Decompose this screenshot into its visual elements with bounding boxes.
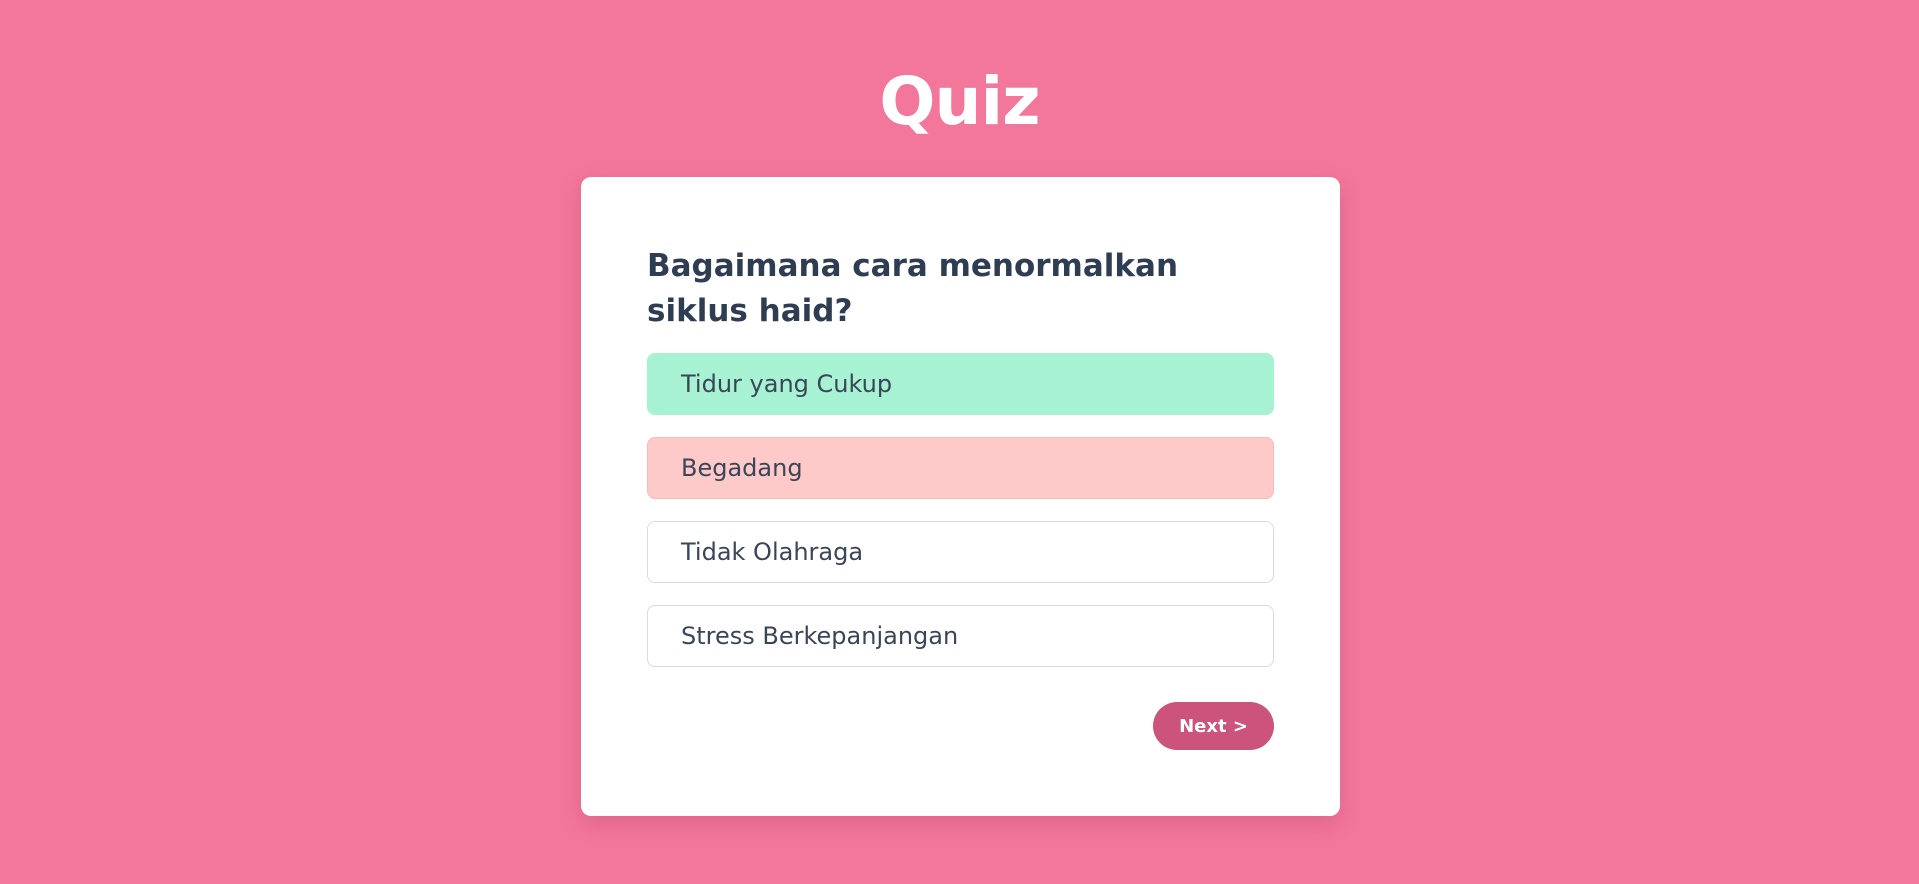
quiz-card: Bagaimana cara menormalkan siklus haid? … [581, 177, 1340, 816]
question-text: Bagaimana cara menormalkan siklus haid? [647, 248, 1179, 329]
answer-option-tidur-yang-cukup[interactable]: Tidur yang Cukup [647, 353, 1274, 415]
answer-option-label: Stress Berkepanjangan [681, 622, 959, 650]
answer-option-label: Tidak Olahraga [681, 538, 864, 566]
answer-option-label: Begadang [681, 454, 803, 482]
answer-option-begadang[interactable]: Begadang [647, 437, 1274, 499]
answer-option-stress-berkepanjangan[interactable]: Stress Berkepanjangan [647, 605, 1274, 667]
next-button[interactable]: Next > [1153, 702, 1274, 750]
page-title: Quiz [879, 63, 1040, 140]
answer-option-label: Tidur yang Cukup [681, 370, 893, 398]
answer-option-tidak-olahraga[interactable]: Tidak Olahraga [647, 521, 1274, 583]
